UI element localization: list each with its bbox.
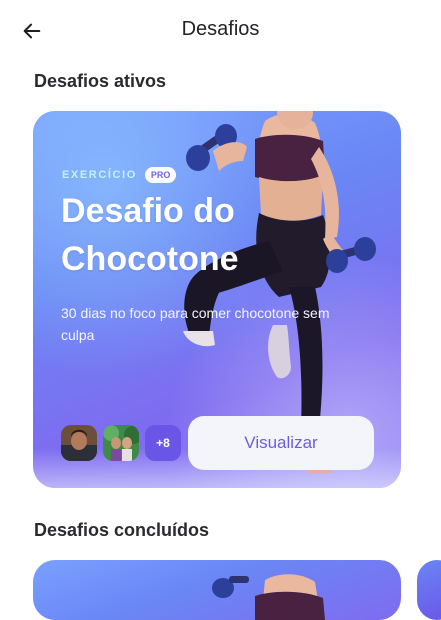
challenge-card[interactable]: EXERCÍCIO PRO Desafio do Chocotone 30 di… [33,111,401,488]
completed-challenges-heading: Desafios concluídos [34,520,210,540]
completed-challenge-card[interactable] [33,560,401,620]
category-label: EXERCÍCIO [62,169,137,181]
participants-group: +8 [61,425,181,461]
challenge-title: Desafio do Chocotone [61,192,239,278]
participants-more-badge: +8 [145,425,181,461]
top-bar: Desafios [0,0,441,60]
next-card-peek[interactable] [417,560,441,620]
avatar [103,425,139,461]
category-row: EXERCÍCIO PRO [62,167,177,183]
avatar [61,425,97,461]
challenge-description: 30 dias no foco para comer chocotone sem… [61,305,330,343]
view-button[interactable]: Visualizar [188,416,374,470]
pro-badge: PRO [144,167,177,183]
page-title: Desafios [181,18,260,40]
athlete-image [212,574,325,620]
active-challenges-heading: Desafios ativos [34,71,167,91]
